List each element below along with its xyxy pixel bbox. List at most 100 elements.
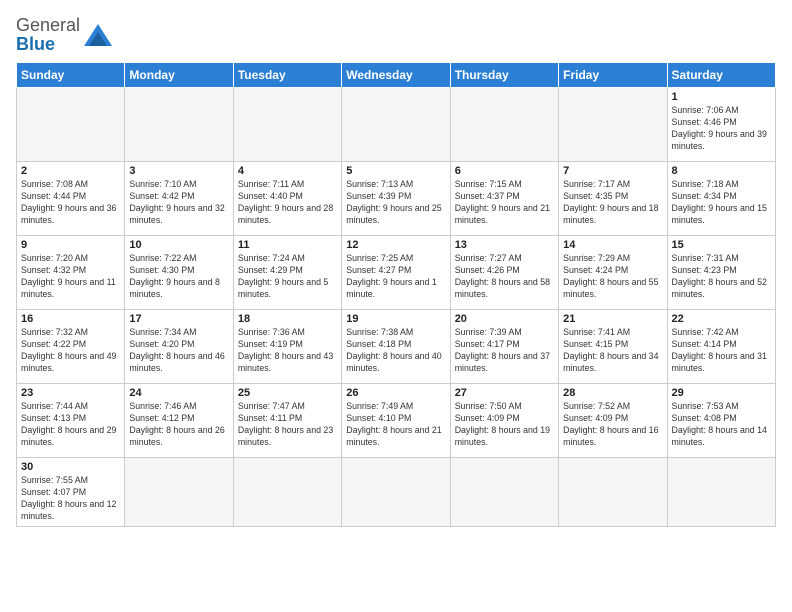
calendar-cell: 4Sunrise: 7:11 AMSunset: 4:40 PMDaylight… xyxy=(233,162,341,236)
day-info: Sunrise: 7:27 AMSunset: 4:26 PMDaylight:… xyxy=(455,253,554,301)
day-info: Sunrise: 7:55 AMSunset: 4:07 PMDaylight:… xyxy=(21,475,120,523)
day-info: Sunrise: 7:24 AMSunset: 4:29 PMDaylight:… xyxy=(238,253,337,301)
day-info: Sunrise: 7:22 AMSunset: 4:30 PMDaylight:… xyxy=(129,253,228,301)
day-info: Sunrise: 7:53 AMSunset: 4:08 PMDaylight:… xyxy=(672,401,771,449)
day-number: 6 xyxy=(455,165,554,177)
day-info: Sunrise: 7:06 AMSunset: 4:46 PMDaylight:… xyxy=(672,105,771,153)
weekday-monday: Monday xyxy=(125,63,233,88)
calendar-cell: 27Sunrise: 7:50 AMSunset: 4:09 PMDayligh… xyxy=(450,384,558,458)
calendar-cell: 11 Sunrise: 7:24 AMSunset: 4:29 PMDayligh… xyxy=(233,236,341,310)
calendar-cell: 19 Sunrise: 7:38 AMSunset: 4:18 PMDayligh… xyxy=(342,310,450,384)
day-info: Sunrise: 7:50 AMSunset: 4:09 PMDaylight:… xyxy=(455,401,554,449)
day-info: Sunrise: 7:29 AMSunset: 4:24 PMDaylight:… xyxy=(563,253,662,301)
calendar-cell xyxy=(450,88,558,162)
day-info: Sunrise: 7:42 AMSunset: 4:14 PMDaylight:… xyxy=(672,327,771,375)
day-number: 24 xyxy=(129,387,228,399)
calendar-cell: 21Sunrise: 7:41 AMSunset: 4:15 PMDayligh… xyxy=(559,310,667,384)
calendar-cell xyxy=(17,88,125,162)
calendar-cell: 6Sunrise: 7:15 AMSunset: 4:37 PMDaylight… xyxy=(450,162,558,236)
day-number: 5 xyxy=(346,165,445,177)
calendar-cell: 30 Sunrise: 7:55 AMSunset: 4:07 PMDayligh… xyxy=(17,458,125,527)
calendar-cell xyxy=(342,88,450,162)
calendar-cell: 10 Sunrise: 7:22 AMSunset: 4:30 PMDayligh… xyxy=(125,236,233,310)
day-info: Sunrise: 7:52 AMSunset: 4:09 PMDaylight:… xyxy=(563,401,662,449)
day-number: 29 xyxy=(672,387,771,399)
weekday-thursday: Thursday xyxy=(450,63,558,88)
calendar-cell: 26 Sunrise: 7:49 AMSunset: 4:10 PMDayligh… xyxy=(342,384,450,458)
day-info: Sunrise: 7:25 AMSunset: 4:27 PMDaylight:… xyxy=(346,253,445,301)
calendar-cell: 7 Sunrise: 7:17 AMSunset: 4:35 PMDaylight… xyxy=(559,162,667,236)
calendar-cell: 25 Sunrise: 7:47 AMSunset: 4:11 PMDayligh… xyxy=(233,384,341,458)
calendar-cell xyxy=(559,88,667,162)
day-number: 11 xyxy=(238,239,337,251)
day-number: 9 xyxy=(21,239,120,251)
day-number: 3 xyxy=(129,165,228,177)
day-number: 15 xyxy=(672,239,771,251)
header: General Blue xyxy=(16,16,776,54)
day-number: 22 xyxy=(672,313,771,325)
calendar-week-1: 1 Sunrise: 7:06 AMSunset: 4:46 PMDaylight… xyxy=(17,88,776,162)
calendar-table: SundayMondayTuesdayWednesdayThursdayFrid… xyxy=(16,62,776,527)
logo-icon xyxy=(84,24,112,46)
calendar-cell: 15 Sunrise: 7:31 AMSunset: 4:23 PMDayligh… xyxy=(667,236,775,310)
calendar-cell: 28 Sunrise: 7:52 AMSunset: 4:09 PMDayligh… xyxy=(559,384,667,458)
day-number: 13 xyxy=(455,239,554,251)
day-info: Sunrise: 7:36 AMSunset: 4:19 PMDaylight:… xyxy=(238,327,337,375)
day-info: Sunrise: 7:10 AMSunset: 4:42 PMDaylight:… xyxy=(129,179,228,227)
day-number: 1 xyxy=(672,91,771,103)
day-number: 14 xyxy=(563,239,662,251)
day-info: Sunrise: 7:39 AMSunset: 4:17 PMDaylight:… xyxy=(455,327,554,375)
day-info: Sunrise: 7:31 AMSunset: 4:23 PMDaylight:… xyxy=(672,253,771,301)
day-number: 30 xyxy=(21,461,120,473)
day-number: 2 xyxy=(21,165,120,177)
calendar-cell: 13 Sunrise: 7:27 AMSunset: 4:26 PMDayligh… xyxy=(450,236,558,310)
day-info: Sunrise: 7:41 AMSunset: 4:15 PMDaylight:… xyxy=(563,327,662,375)
calendar-cell xyxy=(450,458,558,527)
calendar-week-2: 2Sunrise: 7:08 AMSunset: 4:44 PMDaylight… xyxy=(17,162,776,236)
weekday-header-row: SundayMondayTuesdayWednesdayThursdayFrid… xyxy=(17,63,776,88)
day-number: 10 xyxy=(129,239,228,251)
day-number: 28 xyxy=(563,387,662,399)
calendar-cell: 24 Sunrise: 7:46 AMSunset: 4:12 PMDayligh… xyxy=(125,384,233,458)
day-number: 17 xyxy=(129,313,228,325)
calendar-week-5: 23Sunrise: 7:44 AMSunset: 4:13 PMDayligh… xyxy=(17,384,776,458)
day-number: 19 xyxy=(346,313,445,325)
day-info: Sunrise: 7:47 AMSunset: 4:11 PMDaylight:… xyxy=(238,401,337,449)
calendar-cell: 23Sunrise: 7:44 AMSunset: 4:13 PMDayligh… xyxy=(17,384,125,458)
day-info: Sunrise: 7:49 AMSunset: 4:10 PMDaylight:… xyxy=(346,401,445,449)
calendar-cell xyxy=(125,88,233,162)
day-info: Sunrise: 7:38 AMSunset: 4:18 PMDaylight:… xyxy=(346,327,445,375)
day-info: Sunrise: 7:17 AMSunset: 4:35 PMDaylight:… xyxy=(563,179,662,227)
calendar-week-3: 9Sunrise: 7:20 AMSunset: 4:32 PMDaylight… xyxy=(17,236,776,310)
day-info: Sunrise: 7:34 AMSunset: 4:20 PMDaylight:… xyxy=(129,327,228,375)
page: General Blue SundayMondayTuesdayWednesda… xyxy=(0,0,792,612)
weekday-wednesday: Wednesday xyxy=(342,63,450,88)
calendar-cell: 18 Sunrise: 7:36 AMSunset: 4:19 PMDayligh… xyxy=(233,310,341,384)
logo: General Blue xyxy=(16,16,112,54)
calendar-cell: 5 Sunrise: 7:13 AMSunset: 4:39 PMDaylight… xyxy=(342,162,450,236)
calendar-cell xyxy=(342,458,450,527)
weekday-sunday: Sunday xyxy=(17,63,125,88)
day-info: Sunrise: 7:11 AMSunset: 4:40 PMDaylight:… xyxy=(238,179,337,227)
day-number: 25 xyxy=(238,387,337,399)
calendar-cell xyxy=(233,458,341,527)
calendar-cell: 12Sunrise: 7:25 AMSunset: 4:27 PMDayligh… xyxy=(342,236,450,310)
calendar-week-4: 16Sunrise: 7:32 AMSunset: 4:22 PMDayligh… xyxy=(17,310,776,384)
logo-general-text: General xyxy=(16,15,80,35)
logo-blue-text: Blue xyxy=(16,34,55,54)
day-info: Sunrise: 7:13 AMSunset: 4:39 PMDaylight:… xyxy=(346,179,445,227)
calendar-cell: 2Sunrise: 7:08 AMSunset: 4:44 PMDaylight… xyxy=(17,162,125,236)
calendar-cell xyxy=(233,88,341,162)
calendar-week-6: 30 Sunrise: 7:55 AMSunset: 4:07 PMDayligh… xyxy=(17,458,776,527)
weekday-friday: Friday xyxy=(559,63,667,88)
weekday-saturday: Saturday xyxy=(667,63,775,88)
calendar-cell xyxy=(559,458,667,527)
day-number: 7 xyxy=(563,165,662,177)
day-number: 18 xyxy=(238,313,337,325)
weekday-tuesday: Tuesday xyxy=(233,63,341,88)
day-number: 20 xyxy=(455,313,554,325)
calendar-cell: 3 Sunrise: 7:10 AMSunset: 4:42 PMDaylight… xyxy=(125,162,233,236)
day-info: Sunrise: 7:46 AMSunset: 4:12 PMDaylight:… xyxy=(129,401,228,449)
day-number: 26 xyxy=(346,387,445,399)
calendar-cell: 22 Sunrise: 7:42 AMSunset: 4:14 PMDayligh… xyxy=(667,310,775,384)
